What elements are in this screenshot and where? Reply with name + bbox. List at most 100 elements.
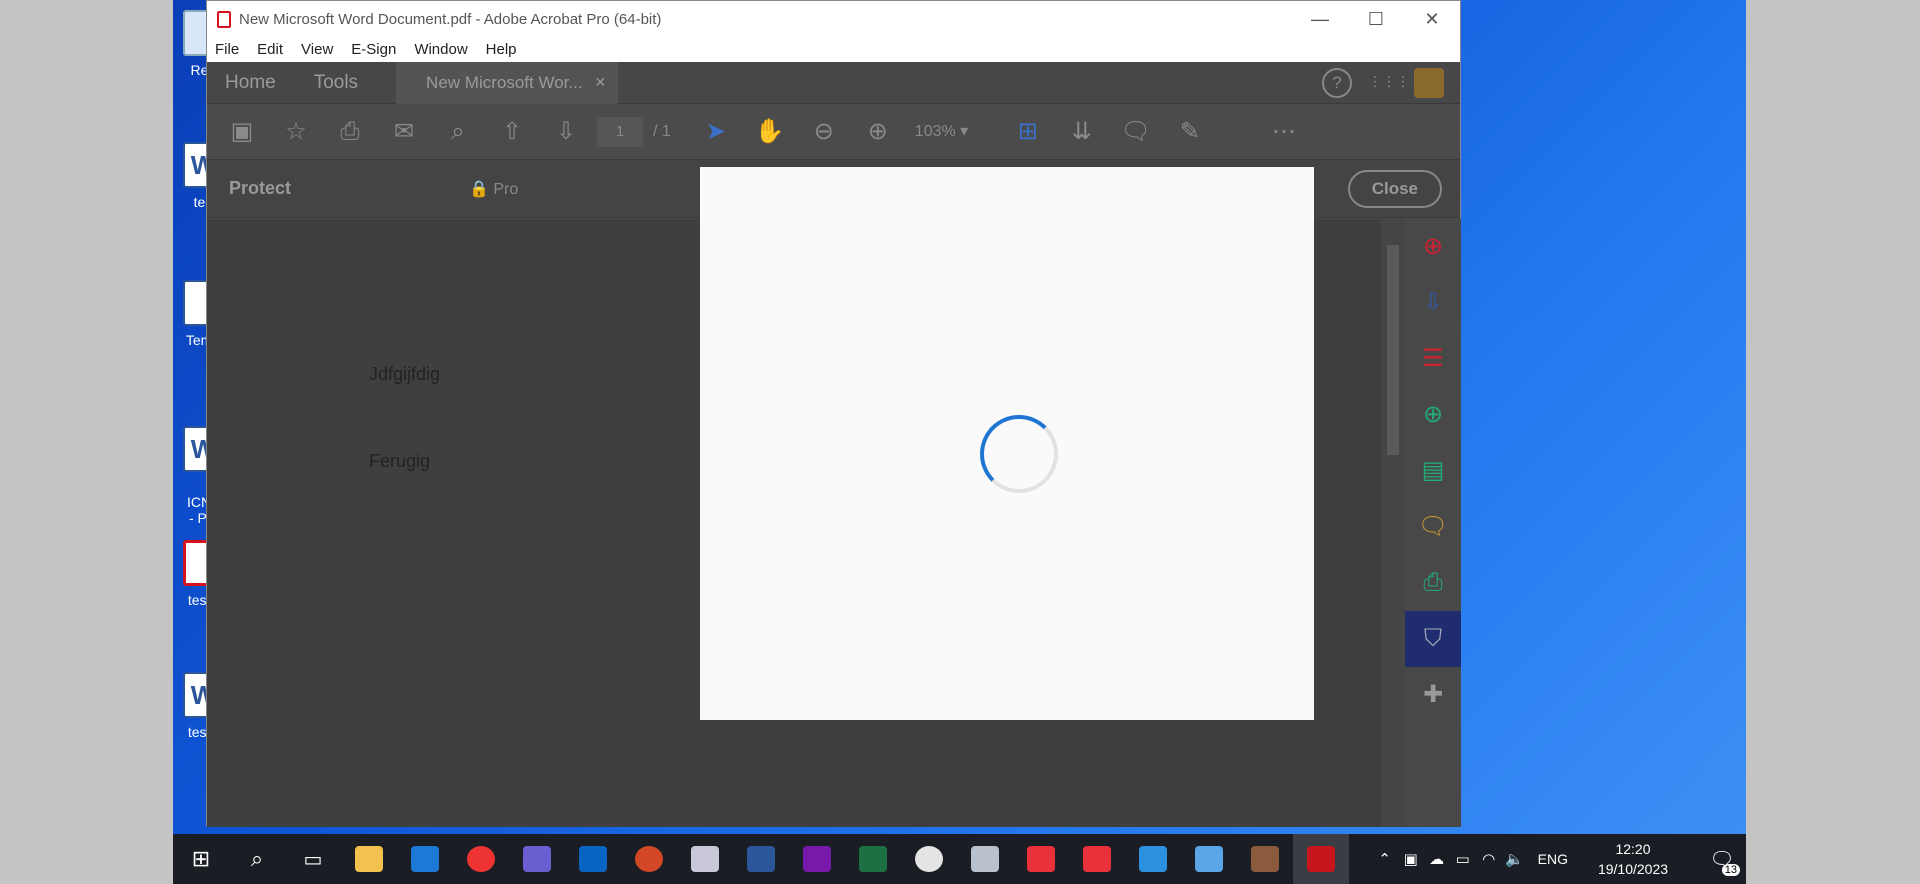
taskbar-app-hex[interactable] <box>509 834 565 884</box>
close-protect-button[interactable]: Close <box>1347 169 1442 208</box>
more-tools-wrench-icon[interactable]: ✚ <box>1405 667 1461 723</box>
close-tab-icon[interactable]: ✕ <box>595 74 607 91</box>
more-tools-icon[interactable]: ⋯ <box>1261 112 1307 152</box>
fit-page-icon[interactable]: ⊞ <box>1005 112 1051 152</box>
scroll-mode-icon[interactable]: ⇊ <box>1059 112 1105 152</box>
taskbar-onenote[interactable] <box>789 834 845 884</box>
taskbar-slack[interactable] <box>901 834 957 884</box>
menu-file[interactable]: File <box>215 41 239 58</box>
right-tools-panel: ⊕ ⇩ ☰ ⊕ ▤ 🗨 ⎙ ⛉ ✚ <box>1405 219 1461 827</box>
title-bar: New Microsoft Word Document.pdf - Adobe … <box>207 1 1460 37</box>
gift-icon[interactable] <box>1414 67 1444 98</box>
save-icon[interactable]: ▣ <box>219 112 265 152</box>
menu-edit[interactable]: Edit <box>257 41 283 58</box>
comment-panel-icon[interactable]: 🗨 <box>1405 499 1461 555</box>
task-view-button[interactable]: ▭ <box>285 834 341 884</box>
zoom-out-icon[interactable]: ⊖ <box>801 112 847 152</box>
comment-icon[interactable]: 🗨 <box>1113 112 1159 152</box>
help-icon[interactable]: ? <box>1322 67 1352 98</box>
wifi-icon[interactable]: ◠ <box>1476 850 1502 868</box>
find-icon[interactable]: ⌕ <box>435 112 481 152</box>
highlight-pen-icon[interactable]: ✎ <box>1167 112 1213 152</box>
excel-icon <box>859 846 887 872</box>
vertical-scrollbar[interactable] <box>1381 219 1405 827</box>
page-number-input[interactable]: 1 <box>597 116 643 147</box>
edit-pdf-icon[interactable]: ▤ <box>1405 443 1461 499</box>
print-icon[interactable]: ⎙ <box>327 112 373 152</box>
menu-esign[interactable]: E-Sign <box>351 41 396 58</box>
chrome-icon <box>467 846 495 872</box>
combine-files-icon[interactable]: ⊕ <box>1405 387 1461 443</box>
windows-logo-icon: ⊞ <box>191 846 211 871</box>
tab-tools[interactable]: Tools <box>314 72 358 94</box>
taskbar-snipping-tool[interactable] <box>677 834 733 884</box>
taskbar-app-blue[interactable] <box>1125 834 1181 884</box>
close-window-button[interactable]: ✕ <box>1404 9 1460 30</box>
taskbar-chrome[interactable] <box>453 834 509 884</box>
app-icon <box>523 846 551 872</box>
notifications-button[interactable]: 🗨 13 <box>1698 834 1746 884</box>
onedrive-cloud-icon[interactable]: ☁ <box>1424 850 1450 868</box>
protect-shield-icon[interactable]: ⛉ <box>1405 611 1461 667</box>
start-button[interactable]: ⊞ <box>173 834 229 884</box>
notification-count: 13 <box>1721 864 1740 876</box>
document-app-icon <box>971 846 999 872</box>
taskbar-word[interactable] <box>733 834 789 884</box>
window-title: New Microsoft Word Document.pdf - Adobe … <box>239 10 662 28</box>
menu-help[interactable]: Help <box>486 41 517 58</box>
taskbar-app-globe[interactable] <box>1237 834 1293 884</box>
volume-icon[interactable]: 🔈 <box>1502 850 1528 868</box>
taskbar-anydesk-1[interactable] <box>1013 834 1069 884</box>
menu-window[interactable]: Window <box>414 41 467 58</box>
snipping-tool-icon <box>691 846 719 872</box>
hand-icon[interactable]: ✋ <box>747 112 793 152</box>
apps-grid-icon[interactable]: ⋮⋮⋮ <box>1368 68 1410 98</box>
taskbar-acrobat[interactable] <box>1293 834 1349 884</box>
protect-tool[interactable]: 🔒 Pro <box>469 179 518 199</box>
zoom-in-icon[interactable]: ⊕ <box>855 112 901 152</box>
next-page-icon[interactable]: ⇩ <box>543 112 589 152</box>
chevron-up-icon[interactable]: ⌃ <box>1372 850 1398 868</box>
clock[interactable]: 12:20 19/10/2023 <box>1588 839 1678 879</box>
document-text-line: Jdfgijfdig <box>369 364 441 384</box>
taskbar-anydesk-2[interactable] <box>1069 834 1125 884</box>
tab-home[interactable]: Home <box>225 72 276 94</box>
acrobat-icon <box>1307 846 1335 872</box>
print-production-icon[interactable]: ⎙ <box>1405 555 1461 611</box>
letterbox-right <box>1746 0 1920 884</box>
clock-date: 19/10/2023 <box>1597 861 1669 877</box>
loading-dialog <box>700 167 1314 720</box>
loading-spinner-icon <box>980 415 1058 493</box>
language-indicator[interactable]: ENG <box>1538 851 1568 867</box>
battery-icon[interactable]: ▭ <box>1450 850 1476 868</box>
organize-pages-icon[interactable]: ☰ <box>1405 331 1461 387</box>
taskbar-outlook[interactable] <box>565 834 621 884</box>
taskbar-excel[interactable] <box>845 834 901 884</box>
zoom-level-select[interactable]: 103% ▾ <box>909 117 989 147</box>
prev-page-icon[interactable]: ⇧ <box>489 112 535 152</box>
maximize-button[interactable]: ☐ <box>1348 9 1404 30</box>
onenote-icon <box>803 846 831 872</box>
scrollbar-thumb[interactable] <box>1387 245 1399 455</box>
export-pdf-icon[interactable]: ⇩ <box>1405 275 1461 331</box>
create-pdf-icon[interactable]: ⊕ <box>1405 219 1461 275</box>
mail-icon <box>411 846 439 872</box>
id-card-icon <box>1195 846 1223 872</box>
select-cursor-icon[interactable]: ➤ <box>693 112 739 152</box>
tab-document[interactable]: New Microsoft Wor... ✕ <box>396 61 619 104</box>
taskbar-app-id[interactable] <box>1181 834 1237 884</box>
taskbar-powerpoint[interactable] <box>621 834 677 884</box>
meet-now-icon[interactable]: ▣ <box>1398 850 1424 868</box>
menu-view[interactable]: View <box>301 41 333 58</box>
search-button[interactable]: ⌕ <box>229 834 285 884</box>
globe-app-icon <box>1251 846 1279 872</box>
word-icon <box>747 846 775 872</box>
taskbar-mail[interactable] <box>397 834 453 884</box>
search-icon: ⌕ <box>250 846 264 871</box>
email-icon[interactable]: ✉ <box>381 112 427 152</box>
taskbar-file-explorer[interactable] <box>341 834 397 884</box>
taskbar-app-pages[interactable] <box>957 834 1013 884</box>
task-view-icon: ▭ <box>303 848 323 871</box>
minimize-button[interactable]: — <box>1292 9 1348 30</box>
bookmark-star-icon[interactable]: ☆ <box>273 112 319 152</box>
